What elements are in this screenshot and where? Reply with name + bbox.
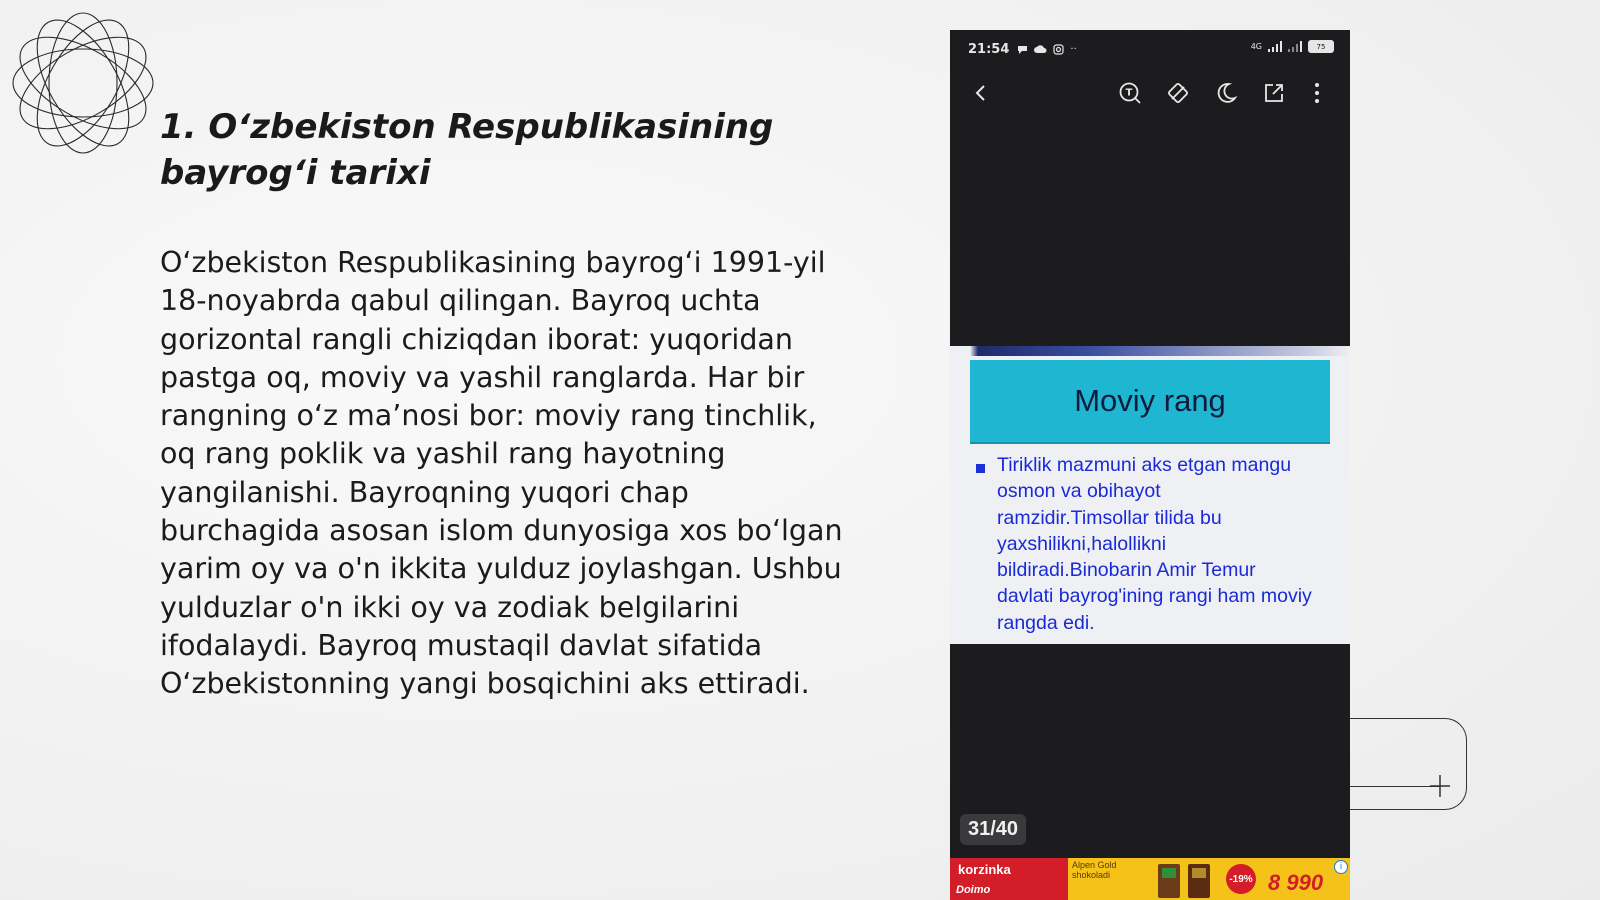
slide-title-line2: bayrog‘i tarixi <box>160 153 431 193</box>
svg-text:T: T <box>1126 88 1133 99</box>
circular-ornament-icon <box>12 12 154 154</box>
signal-icon <box>1268 41 1282 52</box>
text-search-icon: T <box>1119 82 1141 104</box>
more-icon <box>1315 83 1319 103</box>
more-notifications-icon: ·· <box>1070 43 1077 55</box>
ad-banner[interactable]: korzinka Doimo Alpen Gold shokoladi -19%… <box>950 858 1350 900</box>
document-bullet-text: Tiriklik mazmuni aks etgan mangu osmon v… <box>997 454 1312 634</box>
text-search-button[interactable]: T <box>1115 78 1145 108</box>
slide-title: 1. O‘zbekiston Respublikasining bayrog‘i… <box>160 104 860 196</box>
share-button[interactable] <box>1259 78 1289 108</box>
back-button[interactable] <box>966 78 996 108</box>
document-top-strip <box>950 346 1350 356</box>
signal-2-icon <box>1288 41 1302 52</box>
document-header: Moviy rang <box>970 360 1330 444</box>
rotate-button[interactable] <box>1163 78 1193 108</box>
ad-description: Alpen Gold shokoladi <box>1072 860 1117 880</box>
bullet-marker <box>976 464 985 473</box>
ad-slogan: Doimo <box>956 884 991 896</box>
ad-discount-badge: -19% <box>1226 864 1256 894</box>
chat-bubble-icon <box>1018 45 1028 54</box>
night-mode-icon <box>1217 83 1238 103</box>
system-icons: 4G 75 <box>1251 40 1334 53</box>
slide-title-line1: 1. O‘zbekiston Respublikasining <box>160 107 774 147</box>
page-counter: 31/40 <box>960 814 1027 845</box>
network-type: 4G <box>1250 42 1262 51</box>
ad-brand-block: korzinka Doimo <box>950 858 1068 900</box>
more-button[interactable] <box>1302 78 1332 108</box>
plus-icon <box>1430 775 1450 797</box>
battery-level: 75 <box>1316 42 1326 51</box>
share-icon <box>1265 84 1283 102</box>
notification-icons: ·· <box>1017 43 1077 55</box>
ad-price: 8 990 <box>1268 870 1324 895</box>
cloud-icon <box>1034 45 1047 53</box>
document-page[interactable]: Moviy rang Tiriklik mazmuni aks etgan ma… <box>950 346 1350 644</box>
night-mode-button[interactable] <box>1211 78 1241 108</box>
camera-app-icon <box>1053 43 1064 55</box>
status-time: 21:54 <box>968 41 1010 57</box>
slide-body-text: O‘zbekiston Respublikasining bayrog‘i 19… <box>160 246 843 701</box>
rotate-icon <box>1168 83 1188 103</box>
ad-brand: korzinka <box>958 862 1011 877</box>
back-icon <box>975 85 985 101</box>
phone-screen: 21:54 ·· 4G 75 T Moviy rang Tiriklik maz… <box>950 30 1350 900</box>
status-bar: 21:54 ·· 4G 75 <box>950 30 1350 68</box>
product-image-icon <box>1158 864 1210 898</box>
battery-icon: 75 <box>1308 40 1334 53</box>
ad-info-icon[interactable]: i <box>1334 860 1348 874</box>
viewer-toolbar: T <box>950 68 1350 118</box>
